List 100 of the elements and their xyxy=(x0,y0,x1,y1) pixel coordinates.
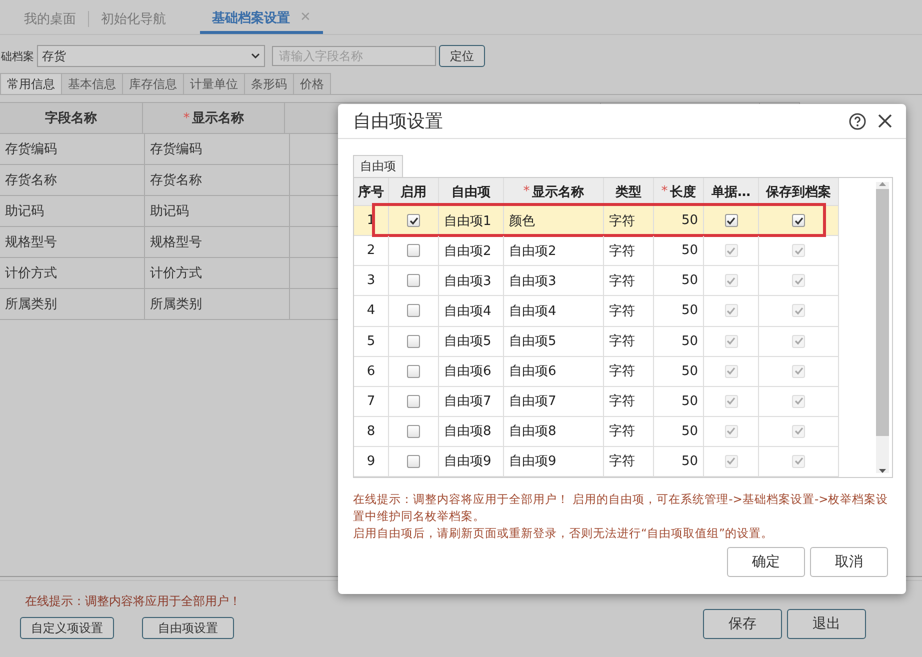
table-cell: 50 xyxy=(681,243,698,258)
column-header: 序号 xyxy=(358,184,384,201)
table-cell-text: 字符 xyxy=(609,212,635,230)
column-header: 保存到档案 xyxy=(766,184,831,201)
enable-checkbox[interactable] xyxy=(407,244,420,258)
table-cell: 50 xyxy=(681,364,698,379)
table-cell-text: 自由项9 xyxy=(509,453,556,470)
table-cell: 计价方式 xyxy=(145,258,290,288)
table-cell-text: 自由项9 xyxy=(444,453,492,470)
info-tab[interactable]: 常用信息 xyxy=(0,73,62,94)
table-cell-text: 字符 xyxy=(609,272,635,290)
hint-text: 在线提示：调整内容将应用于全部用户！ xyxy=(24,593,241,610)
row-number: 4 xyxy=(366,303,376,318)
table-cell: 存货名称 xyxy=(145,165,290,195)
table-cell-text: 自由项8 xyxy=(444,423,492,440)
table-cell-text: 自由项1 xyxy=(444,212,492,230)
locate-button[interactable]: 定位 xyxy=(439,45,485,67)
enable-checkbox[interactable] xyxy=(407,334,420,348)
enable-checkbox[interactable] xyxy=(407,394,420,408)
table-cell-text: 字符 xyxy=(609,363,635,380)
table-cell: 助记码 xyxy=(0,196,145,226)
table-cell-text: 自由项7 xyxy=(444,393,492,410)
enable-checkbox[interactable] xyxy=(407,424,420,438)
table-cell-text: 颜色 xyxy=(509,212,535,230)
table-cell: 助记码 xyxy=(145,196,290,226)
action-button[interactable]: 保存 xyxy=(703,609,782,639)
table-cell-text: 字符 xyxy=(609,453,635,470)
field-label: 础档案 xyxy=(1,48,34,64)
table-cell: 50 xyxy=(681,454,698,469)
save-checkbox[interactable] xyxy=(792,214,805,228)
column-header: 单据… xyxy=(712,184,750,201)
table-cell-text: 字符 xyxy=(609,333,635,350)
info-tab[interactable]: 计量单位 xyxy=(183,73,245,94)
table-cell-text: 自由项3 xyxy=(509,272,556,290)
required-mark: * xyxy=(183,110,190,126)
table-cell: 存货名称 xyxy=(0,165,145,195)
table-cell-text: 字符 xyxy=(609,423,635,440)
free-item-tab[interactable]: 自由项 xyxy=(353,155,403,177)
settings-button[interactable]: 自定义项设置 xyxy=(20,617,114,639)
hint-text: 启用自由项后，请刷新页面或重新登录，否则无法进行“自由项取值组”的设置。 xyxy=(353,525,774,542)
table-cell-text: 自由项2 xyxy=(509,242,556,260)
table-cell: 50 xyxy=(681,213,698,228)
column-header: 显示名称 xyxy=(532,184,584,201)
action-button[interactable]: 退出 xyxy=(787,609,866,639)
table-cell-text: 自由项2 xyxy=(444,242,492,260)
row-number: 3 xyxy=(366,273,376,288)
dialog-button[interactable]: 取消 xyxy=(810,547,888,577)
scrollbar[interactable] xyxy=(876,182,889,473)
table-cell: 所属类别 xyxy=(0,289,145,319)
enable-checkbox[interactable] xyxy=(407,214,420,228)
table-cell-text: 字符 xyxy=(609,242,635,260)
row-number: 8 xyxy=(366,424,376,439)
table-cell: 所属类别 xyxy=(145,289,290,319)
enable-checkbox[interactable] xyxy=(407,454,420,468)
table-cell: 规格型号 xyxy=(145,227,290,257)
archive-select[interactable]: 存货 xyxy=(37,45,265,67)
table-cell: 50 xyxy=(681,424,698,439)
row-number: 7 xyxy=(366,394,376,409)
table-cell: 50 xyxy=(681,394,698,409)
table-cell: 50 xyxy=(681,273,698,288)
info-tab[interactable]: 价格 xyxy=(293,73,331,94)
table-cell-text: 自由项8 xyxy=(509,423,556,440)
settings-button[interactable]: 自由项设置 xyxy=(142,617,234,639)
table-cell-text: 自由项4 xyxy=(444,302,492,320)
close-icon[interactable] xyxy=(878,114,892,128)
table-cell-text: 自由项7 xyxy=(509,393,556,410)
row-number: 6 xyxy=(366,364,376,379)
info-tab[interactable]: 基本信息 xyxy=(61,73,123,94)
table-cell: 50 xyxy=(681,303,698,318)
table-cell-text: 自由项6 xyxy=(509,363,556,380)
column-header: 自由项 xyxy=(452,184,490,201)
table-cell-text: 自由项6 xyxy=(444,363,492,380)
help-icon[interactable] xyxy=(849,112,866,130)
table-cell: 存货编码 xyxy=(0,134,145,164)
row-number: 2 xyxy=(366,243,376,258)
table-cell: 规格型号 xyxy=(0,227,145,257)
row-number: 9 xyxy=(366,454,376,469)
table-cell-text: 自由项5 xyxy=(509,333,556,350)
enable-checkbox[interactable] xyxy=(407,304,420,318)
dialog-button[interactable]: 确定 xyxy=(727,547,805,577)
bill-checkbox[interactable] xyxy=(724,214,738,228)
required-mark: * xyxy=(661,184,668,200)
table-cell-text: 字符 xyxy=(609,302,635,320)
table-cell-text: 自由项4 xyxy=(509,302,556,320)
info-tab[interactable]: 条形码 xyxy=(244,73,294,94)
hint-text: 在线提示：调整内容将应用于全部用户！ 启用的自由项，可在系统管理->基础档案设置->枚举档案设置中维护同名枚举档案。 xyxy=(353,491,890,525)
table-cell: 计价方式 xyxy=(0,258,145,288)
enable-checkbox[interactable] xyxy=(407,364,420,378)
dialog-title: 自由项设置 xyxy=(353,110,444,133)
scroll-up-icon[interactable] xyxy=(879,182,886,186)
column-header: 长度 xyxy=(670,184,696,201)
column-header: 字段名称 xyxy=(44,110,97,127)
table-cell-text: 自由项5 xyxy=(444,333,492,350)
info-tab[interactable]: 库存信息 xyxy=(122,73,184,94)
table-cell: 存货编码 xyxy=(145,134,290,164)
enable-checkbox[interactable] xyxy=(407,274,420,288)
table-cell: 50 xyxy=(681,334,698,349)
scroll-down-icon[interactable] xyxy=(879,469,886,473)
column-header: 启用 xyxy=(400,184,426,201)
table-cell-text: 自由项3 xyxy=(444,272,492,290)
